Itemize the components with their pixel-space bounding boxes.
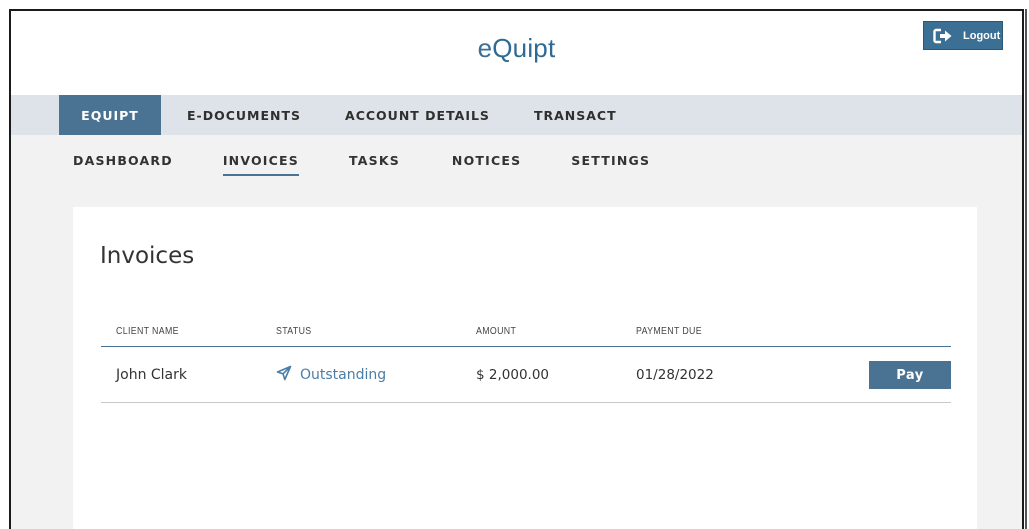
tab-transact[interactable]: TRANSACT — [518, 95, 633, 135]
brand-name: Quipt — [492, 33, 556, 63]
tab-e-documents[interactable]: E-DOCUMENTS — [171, 95, 317, 135]
pay-button[interactable]: Pay — [869, 361, 951, 389]
status-label: Outstanding — [300, 366, 387, 383]
sub-navigation: DASHBOARD INVOICES TASKS NOTICES SETTING… — [11, 135, 1022, 195]
subnav-notices[interactable]: NOTICES — [452, 135, 521, 185]
client-name-cell: John Clark — [116, 366, 187, 383]
subnav-dashboard[interactable]: DASHBOARD — [73, 135, 173, 185]
window-border — [1025, 9, 1027, 529]
tab-equipt[interactable]: EQUIPT — [59, 95, 161, 135]
header: eQuipt Logout — [11, 11, 1022, 95]
column-payment-due: PAYMENT DUE — [636, 326, 702, 337]
top-navigation: EQUIPT E-DOCUMENTS ACCOUNT DETAILS TRANS… — [11, 95, 1022, 135]
subnav-tasks[interactable]: TASKS — [349, 135, 400, 185]
column-amount: AMOUNT — [476, 326, 517, 337]
invoices-table: CLIENT NAME STATUS AMOUNT PAYMENT DUE Jo… — [101, 317, 951, 403]
brand-logo: eQuipt — [11, 33, 1022, 64]
invoices-card: Invoices CLIENT NAME STATUS AMOUNT PAYME… — [73, 207, 977, 529]
status-link[interactable]: Outstanding — [276, 365, 386, 385]
amount-cell: $ 2,000.00 — [476, 366, 549, 383]
subnav-invoices[interactable]: INVOICES — [222, 135, 300, 185]
tab-account-details[interactable]: ACCOUNT DETAILS — [329, 95, 506, 135]
page-title: Invoices — [100, 243, 195, 269]
table-header: CLIENT NAME STATUS AMOUNT PAYMENT DUE — [101, 317, 951, 347]
payment-due-cell: 01/28/2022 — [636, 366, 714, 383]
app-window: eQuipt Logout EQUIPT E-DOCUMENTS ACCOUNT… — [9, 9, 1024, 529]
logout-button[interactable]: Logout — [923, 21, 1003, 50]
column-client-name: CLIENT NAME — [116, 326, 179, 337]
logout-label: Logout — [963, 29, 1001, 42]
subnav-settings[interactable]: SETTINGS — [571, 135, 650, 185]
table-row: John Clark Outstanding $ 2,000.00 01/28/… — [101, 347, 951, 403]
column-status: STATUS — [276, 326, 312, 337]
brand-prefix: e — [477, 33, 493, 63]
logout-icon — [933, 28, 953, 44]
send-icon — [276, 365, 292, 385]
